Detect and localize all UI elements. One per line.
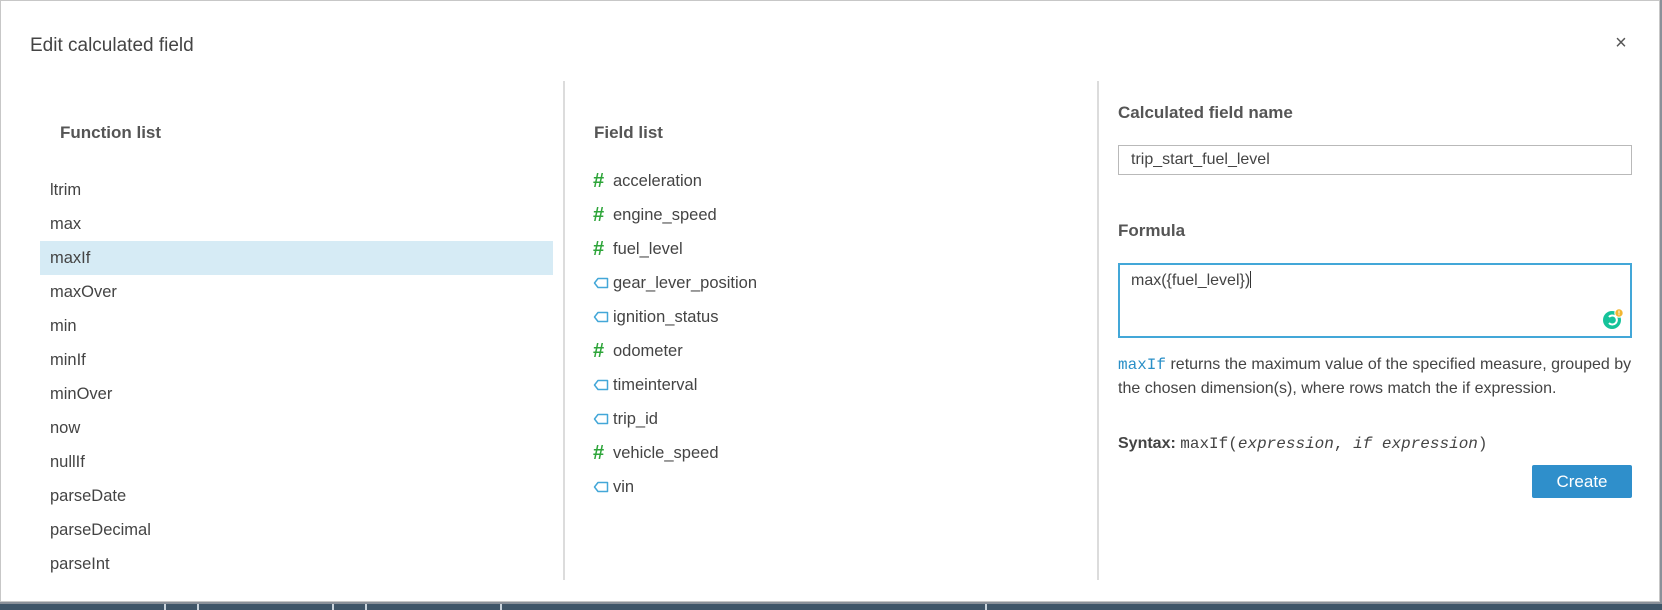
field-label: vehicle_speed xyxy=(613,444,719,462)
field-list-heading: Field list xyxy=(594,123,663,142)
field-label: timeinterval xyxy=(613,376,698,394)
function-item[interactable]: now xyxy=(40,411,553,445)
field-label: vin xyxy=(613,478,635,496)
dialog-title: Edit calculated field xyxy=(30,35,194,56)
tag-icon xyxy=(593,277,613,289)
syntax-arg-if-expression: if expression xyxy=(1353,435,1478,453)
formula-text: max({fuel_level}) xyxy=(1131,272,1251,289)
hash-icon: # xyxy=(593,442,605,464)
field-item[interactable]: gear_lever_position xyxy=(593,266,1073,300)
field-item[interactable]: vin xyxy=(593,470,1073,504)
field-item[interactable]: # vehicle_speed xyxy=(593,436,1073,470)
formula-editor[interactable]: max({fuel_level}) xyxy=(1118,263,1632,338)
field-label: ignition_status xyxy=(613,308,719,326)
edit-calculated-field-dialog: Edit calculated field × Function list lt… xyxy=(0,0,1660,602)
field-item[interactable]: # fuel_level xyxy=(593,232,1073,266)
grammar-assistant-icon[interactable] xyxy=(1602,308,1624,330)
function-item[interactable]: max xyxy=(40,207,553,241)
syntax-close: ) xyxy=(1477,435,1488,453)
function-item[interactable]: minIf xyxy=(40,343,553,377)
tag-icon xyxy=(593,481,613,493)
field-label: gear_lever_position xyxy=(613,274,758,292)
field-label: engine_speed xyxy=(613,206,717,224)
function-item[interactable]: maxOver xyxy=(40,275,553,309)
field-item[interactable]: trip_id xyxy=(593,402,1073,436)
hash-icon: # xyxy=(593,340,605,362)
function-item[interactable]: nullIf xyxy=(40,445,553,479)
function-description-text: returns the maximum value of the specifi… xyxy=(1118,356,1632,397)
tag-icon xyxy=(593,379,613,391)
function-item[interactable]: ltrim xyxy=(40,173,553,207)
function-item[interactable]: min xyxy=(40,309,553,343)
field-label: fuel_level xyxy=(613,240,683,258)
field-item[interactable]: # acceleration xyxy=(593,164,1073,198)
syntax-arg-expression: expression xyxy=(1237,435,1334,453)
background-app-strip xyxy=(0,604,1662,610)
panel-divider xyxy=(1097,81,1099,580)
hash-icon: # xyxy=(593,238,605,260)
field-label: acceleration xyxy=(613,172,702,190)
field-item[interactable]: timeinterval xyxy=(593,368,1073,402)
formula-label: Formula xyxy=(1118,221,1186,240)
field-label: trip_id xyxy=(613,410,658,428)
tag-icon xyxy=(593,413,613,425)
close-icon[interactable]: × xyxy=(1609,31,1633,55)
function-syntax: Syntax: maxIf(expression, if expression) xyxy=(1118,435,1488,453)
field-item[interactable]: # odometer xyxy=(593,334,1073,368)
text-cursor xyxy=(1250,271,1252,288)
field-item[interactable]: ignition_status xyxy=(593,300,1073,334)
function-item[interactable]: minOver xyxy=(40,377,553,411)
hash-icon: # xyxy=(593,204,605,226)
panel-divider xyxy=(563,81,565,580)
syntax-label: Syntax: xyxy=(1118,435,1176,452)
tag-icon xyxy=(593,311,613,323)
function-name-link[interactable]: maxIf xyxy=(1118,356,1166,374)
function-list: ltrim max maxIf maxOver min minIf minOver now nu… xyxy=(40,173,553,581)
function-item[interactable]: parseDate xyxy=(40,479,553,513)
function-list-heading: Function list xyxy=(60,123,162,142)
hash-icon: # xyxy=(593,170,605,192)
field-label: odometer xyxy=(613,342,683,360)
syntax-separator: , xyxy=(1333,435,1354,453)
field-list: # acceleration # engine_speed # fuel_levelgea… xyxy=(593,164,1073,504)
function-item[interactable]: parseDecimal xyxy=(40,513,553,547)
function-description: maxIf returns the maximum value of the s… xyxy=(1118,353,1633,401)
field-item[interactable]: # engine_speed xyxy=(593,198,1073,232)
calculated-field-name-label: Calculated field name xyxy=(1118,103,1293,122)
function-item[interactable]: parseInt xyxy=(40,547,553,581)
function-item[interactable]: maxIf xyxy=(40,241,553,275)
syntax-function: maxIf( xyxy=(1180,435,1238,453)
calculated-field-name-input[interactable]: trip_start_fuel_level xyxy=(1118,145,1632,175)
create-button[interactable]: Create xyxy=(1532,465,1632,498)
